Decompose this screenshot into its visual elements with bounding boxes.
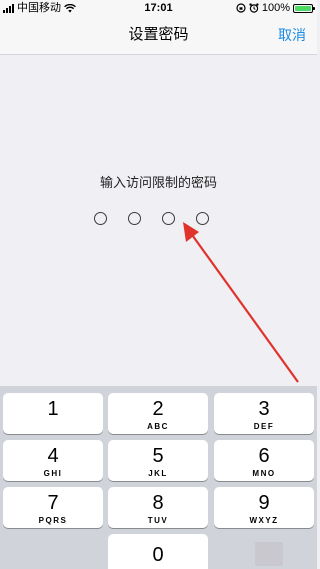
battery-percent: 100%: [261, 2, 290, 14]
rotation-lock-icon: [236, 3, 246, 13]
key-1[interactable]: 1: [3, 393, 103, 434]
delete-key-area[interactable]: [255, 542, 283, 566]
key-4[interactable]: 4 GHI: [3, 440, 103, 481]
key-letters: GHI: [43, 469, 63, 478]
key-digit: 5: [152, 445, 164, 467]
cancel-button[interactable]: 取消: [278, 26, 306, 44]
status-bar: 中国移动 17:01 100%: [0, 0, 317, 16]
key-digit: 7: [47, 492, 59, 514]
key-letters: ABC: [147, 422, 169, 431]
key-2[interactable]: 2 ABC: [108, 393, 208, 434]
key-letters: MNO: [252, 469, 276, 478]
key-digit: 6: [258, 445, 270, 467]
key-letters: TUV: [147, 516, 169, 525]
key-9[interactable]: 9 WXYZ: [214, 487, 314, 528]
key-6[interactable]: 6 MNO: [214, 440, 314, 481]
key-digit: 1: [47, 398, 59, 420]
status-right: 100%: [236, 1, 315, 15]
key-digit: 9: [258, 492, 270, 514]
passcode-dot: [196, 212, 209, 225]
key-7[interactable]: 7 PQRS: [3, 487, 103, 528]
passcode-prompt: 输入访问限制的密码: [99, 175, 217, 190]
battery-icon: [293, 3, 315, 13]
key-letters: JKL: [148, 469, 168, 478]
alarm-icon: [249, 3, 259, 13]
navigation-bar: 设置密码 取消: [0, 16, 317, 55]
key-0[interactable]: 0: [108, 534, 208, 569]
passcode-dot: [94, 212, 107, 225]
key-digit: 2: [152, 398, 164, 420]
page-title: 设置密码: [128, 26, 189, 43]
key-3[interactable]: 3 DEF: [214, 393, 314, 434]
key-digit: 3: [258, 398, 270, 420]
passcode-dot: [162, 212, 175, 225]
key-8[interactable]: 8 TUV: [108, 487, 208, 528]
passcode-dot: [128, 212, 141, 225]
key-letters: PQRS: [38, 516, 68, 525]
key-5[interactable]: 5 JKL: [108, 440, 208, 481]
passcode-dots: [94, 212, 209, 225]
key-digit: 4: [47, 445, 59, 467]
key-letters: DEF: [253, 422, 275, 431]
key-letters: WXYZ: [249, 516, 279, 525]
key-digit: 8: [152, 492, 164, 514]
key-digit: 0: [152, 544, 164, 566]
